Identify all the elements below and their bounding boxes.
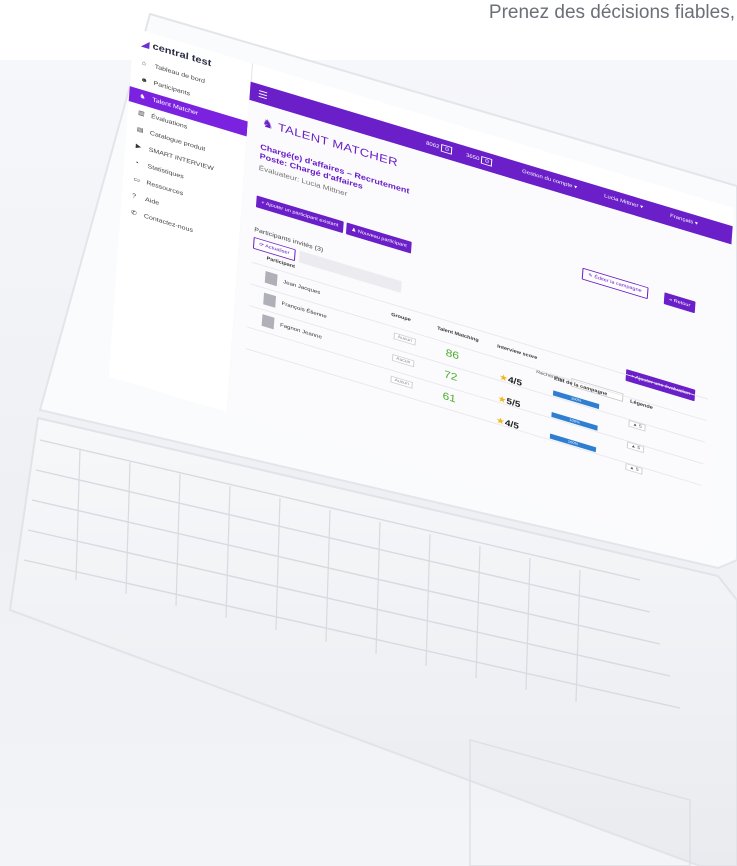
group-badge[interactable]: Aucun xyxy=(390,375,414,389)
book-icon: ▤ xyxy=(136,126,144,135)
language-menu[interactable]: Français ▾ xyxy=(670,213,698,226)
toolbar-button[interactable] xyxy=(326,259,358,280)
talent-icon: ♞ xyxy=(261,115,275,132)
back-button[interactable]: « Retour xyxy=(663,292,696,314)
credit-icon: ⊙ xyxy=(481,156,493,167)
sidebar-item-label: Aide xyxy=(144,196,160,207)
toolbar-button[interactable] xyxy=(298,250,330,272)
avatar xyxy=(264,271,278,287)
phone-icon: ✆ xyxy=(130,209,137,218)
talent-score: 86 xyxy=(445,346,460,362)
pie-icon: ◔ xyxy=(134,159,139,167)
dashboard-icon: ⌂ xyxy=(141,60,147,68)
video-icon: ▶ xyxy=(135,143,142,151)
new-participant-button[interactable]: ♟ Nouveau participant xyxy=(345,222,413,254)
credit-counter-2: 3650 ⊙ xyxy=(466,151,493,167)
help-icon: ? xyxy=(131,192,137,200)
credit-icon: ⊙ xyxy=(441,144,453,155)
talent-icon: ♞ xyxy=(139,93,146,101)
file-icon: ▭ xyxy=(133,176,141,185)
avatar xyxy=(263,292,277,308)
group-badge[interactable]: Aucun xyxy=(391,353,415,368)
talent-score: 61 xyxy=(442,389,457,406)
group-badge[interactable]: Aucun xyxy=(393,332,417,346)
users-icon: ☻ xyxy=(140,76,149,85)
participant-name: Jean Jacques xyxy=(283,279,321,296)
add-existing-participant-button[interactable]: + Ajouter un participant existant xyxy=(255,195,344,234)
credit-counter-1: 8062 ⊙ xyxy=(426,139,453,155)
edit-campaign-button[interactable]: ✎ Éditer la campagne xyxy=(581,267,649,299)
menu-icon[interactable]: ☰ xyxy=(258,88,269,102)
talent-score: 72 xyxy=(443,367,458,384)
avatar xyxy=(261,314,275,330)
chart-icon: ▥ xyxy=(137,109,145,118)
toolbar-button[interactable] xyxy=(354,267,402,293)
